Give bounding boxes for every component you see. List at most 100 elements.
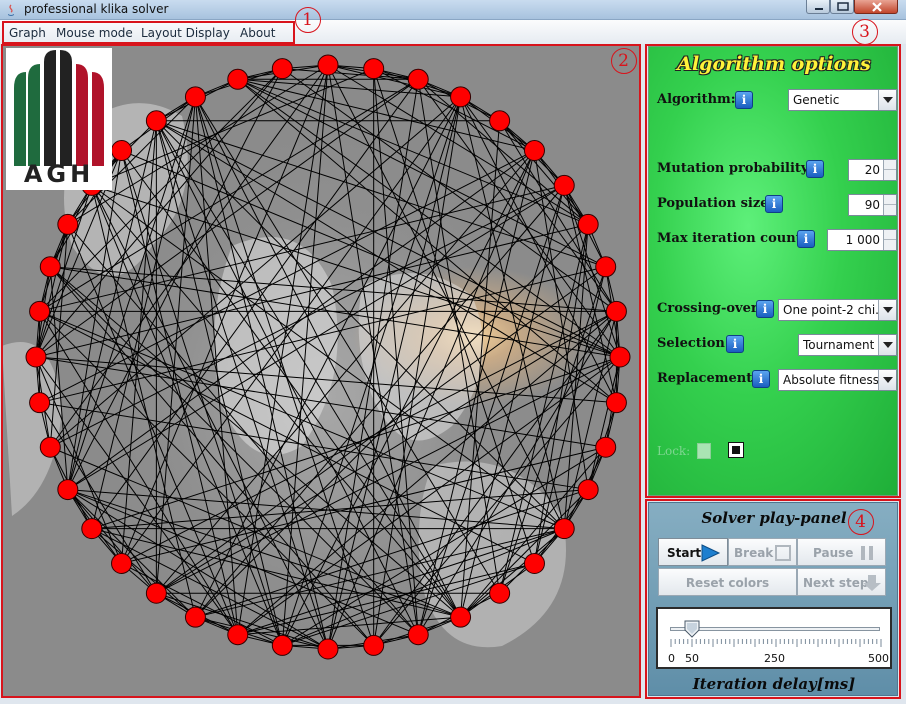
graph-node[interactable] <box>227 624 249 646</box>
crossover-info-icon[interactable]: i <box>756 300 774 318</box>
graph-node[interactable] <box>605 300 627 322</box>
spin-down-icon[interactable] <box>884 170 896 180</box>
graph-node[interactable] <box>317 638 339 660</box>
graph-node[interactable] <box>81 518 103 540</box>
play-icon <box>701 544 721 562</box>
solver-play-panel: Solver play-panel Start Break Pause Rese… <box>648 502 898 696</box>
graph-node[interactable] <box>553 518 575 540</box>
graph-node[interactable] <box>39 436 61 458</box>
crossover-label: Crossing-over: <box>657 301 763 316</box>
graph-node[interactable] <box>450 86 472 108</box>
tick-label-0: 0 <box>668 652 675 665</box>
population-value: 90 <box>864 198 880 212</box>
graph-node[interactable] <box>523 140 545 162</box>
graph-node[interactable] <box>595 256 617 278</box>
spin-up-icon[interactable] <box>884 230 896 240</box>
spin-up-icon[interactable] <box>884 160 896 170</box>
menu-mouse-mode[interactable]: Mouse mode <box>56 26 133 40</box>
chevron-down-icon[interactable] <box>878 300 896 320</box>
max-iteration-spinner[interactable]: 1 000 <box>827 229 897 251</box>
start-label: Start <box>667 546 702 560</box>
break-button[interactable]: Break <box>728 538 797 566</box>
reset-colors-button[interactable]: Reset colors <box>658 568 797 596</box>
graph-node[interactable] <box>489 110 511 132</box>
graph-node[interactable] <box>29 300 51 322</box>
agh-logo-text: AGH <box>23 160 95 188</box>
graph-node[interactable] <box>609 346 631 368</box>
graph-node[interactable] <box>227 68 249 90</box>
graph-node[interactable] <box>25 346 47 368</box>
pause-button[interactable]: Pause <box>797 538 886 566</box>
graph-node[interactable] <box>271 634 293 656</box>
chevron-down-icon[interactable] <box>878 370 896 390</box>
lock-info-icon <box>697 443 711 459</box>
algorithm-info-icon[interactable]: i <box>735 91 753 109</box>
graph-node[interactable] <box>29 392 51 414</box>
algorithm-label: Algorithm: <box>657 92 736 107</box>
menu-graph[interactable]: Graph <box>9 26 46 40</box>
graph-node[interactable] <box>145 110 167 132</box>
graph-node[interactable] <box>111 552 133 574</box>
chevron-down-icon[interactable] <box>878 335 896 355</box>
spin-up-icon[interactable] <box>884 195 896 205</box>
graph-node[interactable] <box>39 256 61 278</box>
graph-node[interactable] <box>407 68 429 90</box>
spin-down-icon[interactable] <box>884 240 896 250</box>
lock-checkbox[interactable] <box>728 442 744 458</box>
graph-node[interactable] <box>111 140 133 162</box>
graph-edge <box>91 528 461 618</box>
agh-logo-mark <box>14 50 104 166</box>
iteration-delay-slider[interactable]: 0 50 250 500 <box>656 607 892 669</box>
mutation-spinner[interactable]: 20 <box>848 159 897 181</box>
graph-node[interactable] <box>363 58 385 80</box>
replacement-info-icon[interactable]: i <box>752 370 770 388</box>
slider-thumb[interactable] <box>684 620 700 638</box>
graph-node[interactable] <box>317 54 339 76</box>
graph-node[interactable] <box>523 552 545 574</box>
graph-node[interactable] <box>553 174 575 196</box>
maximize-button[interactable] <box>830 0 854 14</box>
lock-label: Lock: <box>657 444 691 458</box>
spin-down-icon[interactable] <box>884 205 896 215</box>
graph-node[interactable] <box>605 392 627 414</box>
selection-label: Selection: <box>657 336 730 351</box>
graph-node[interactable] <box>407 624 429 646</box>
graph-node[interactable] <box>145 582 167 604</box>
menu-layout-display[interactable]: Layout Display <box>141 26 230 40</box>
slider-track[interactable] <box>670 627 880 631</box>
graph-node[interactable] <box>57 213 79 235</box>
graph-node[interactable] <box>450 606 472 628</box>
replacement-label: Replacement: <box>657 371 757 386</box>
population-info-icon[interactable]: i <box>765 195 783 213</box>
crossover-select[interactable]: One point-2 chi... <box>778 299 897 321</box>
algorithm-value: Genetic <box>793 93 840 107</box>
title-bar[interactable]: professional klika solver <box>0 0 906 20</box>
algorithm-select[interactable]: Genetic <box>788 89 897 111</box>
graph-node[interactable] <box>57 479 79 501</box>
start-button[interactable]: Start <box>658 538 728 566</box>
graph-node[interactable] <box>489 582 511 604</box>
graph-node[interactable] <box>184 86 206 108</box>
mutation-label: Mutation probability: <box>657 161 814 176</box>
tick-label-250: 250 <box>764 652 785 665</box>
selection-select[interactable]: Tournament <box>798 334 897 356</box>
graph-node[interactable] <box>184 606 206 628</box>
graph-edge <box>67 489 461 618</box>
graph-node[interactable] <box>363 634 385 656</box>
mutation-info-icon[interactable]: i <box>806 160 824 178</box>
chevron-down-icon[interactable] <box>878 90 896 110</box>
population-spinner[interactable]: 90 <box>848 194 897 216</box>
graph-node[interactable] <box>595 436 617 458</box>
next-step-button[interactable]: Next step <box>797 568 886 596</box>
graph-canvas[interactable]: AGH <box>2 46 639 697</box>
minimize-button[interactable] <box>806 0 830 14</box>
replacement-select[interactable]: Absolute fitness <box>778 369 897 391</box>
graph-node[interactable] <box>577 479 599 501</box>
graph-node[interactable] <box>577 213 599 235</box>
menu-about[interactable]: About <box>240 26 275 40</box>
selection-info-icon[interactable]: i <box>726 335 744 353</box>
graph-node[interactable] <box>271 58 293 80</box>
close-button[interactable] <box>854 0 898 14</box>
pause-icon <box>861 546 873 560</box>
max-iteration-info-icon[interactable]: i <box>797 230 815 248</box>
